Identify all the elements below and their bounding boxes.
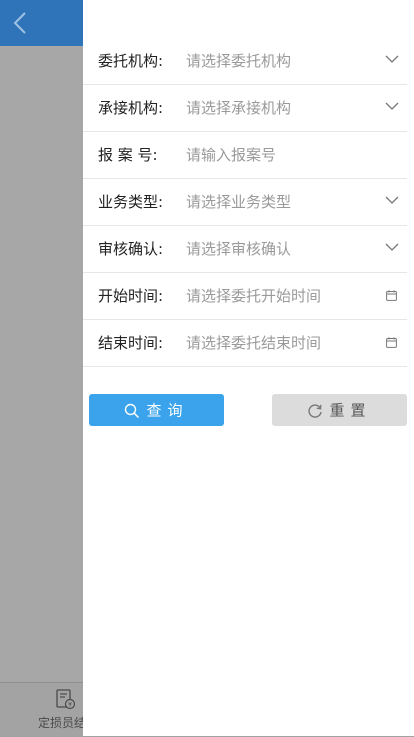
field-label: 报 案 号: — [98, 146, 158, 164]
chevron-down-icon — [385, 102, 399, 110]
query-button-label: 查询 — [146, 401, 189, 420]
tab-adjuster-label: 定损员结 — [38, 716, 87, 730]
refresh-icon — [308, 403, 323, 418]
field-placeholder: 请选择委托机构 — [186, 52, 292, 70]
field-report-number[interactable]: 报 案 号: 请输入报案号 — [83, 132, 407, 179]
field-label: 委托机构: — [98, 52, 164, 70]
field-label: 结束时间: — [98, 334, 164, 352]
field-business-type[interactable]: 业务类型: 请选择业务类型 — [83, 179, 407, 226]
calendar-icon — [386, 337, 397, 348]
field-label: 业务类型: — [98, 193, 164, 211]
field-entrusting-org[interactable]: 委托机构: 请选择委托机构 — [83, 38, 407, 85]
chevron-down-icon — [385, 196, 399, 204]
back-arrow-icon[interactable] — [10, 11, 32, 35]
field-placeholder: 请选择承接机构 — [186, 99, 292, 117]
field-placeholder: 请选择业务类型 — [186, 193, 292, 211]
chevron-down-icon — [385, 243, 399, 251]
field-receiving-org[interactable]: 承接机构: 请选择承接机构 — [83, 85, 407, 132]
field-placeholder: 请选择委托开始时间 — [186, 287, 322, 305]
field-placeholder: 请输入报案号 — [186, 146, 277, 164]
field-label: 开始时间: — [98, 287, 164, 305]
svg-text:¥: ¥ — [68, 702, 72, 709]
field-label: 审核确认: — [98, 240, 164, 258]
chevron-down-icon — [385, 55, 399, 63]
query-button[interactable]: 查询 — [89, 394, 224, 426]
field-placeholder: 请选择委托结束时间 — [186, 334, 322, 352]
field-end-time[interactable]: 结束时间: 请选择委托结束时间 — [83, 320, 407, 367]
field-placeholder: 请选择审核确认 — [186, 240, 292, 258]
document-yen-icon: ¥ — [56, 689, 76, 710]
search-icon — [125, 403, 140, 418]
reset-button-label: 重置 — [329, 401, 372, 420]
field-label: 承接机构: — [98, 99, 164, 117]
calendar-icon — [386, 290, 397, 301]
filter-form: 委托机构: 请选择委托机构 承接机构: 请选择承接机构 报 案 号: 请输入报案… — [83, 38, 414, 367]
filter-drawer: 委托机构: 请选择委托机构 承接机构: 请选择承接机构 报 案 号: 请输入报案… — [83, 0, 414, 736]
field-review-confirm[interactable]: 审核确认: 请选择审核确认 — [83, 226, 407, 273]
field-start-time[interactable]: 开始时间: 请选择委托开始时间 — [83, 273, 407, 320]
reset-button[interactable]: 重置 — [272, 394, 407, 426]
